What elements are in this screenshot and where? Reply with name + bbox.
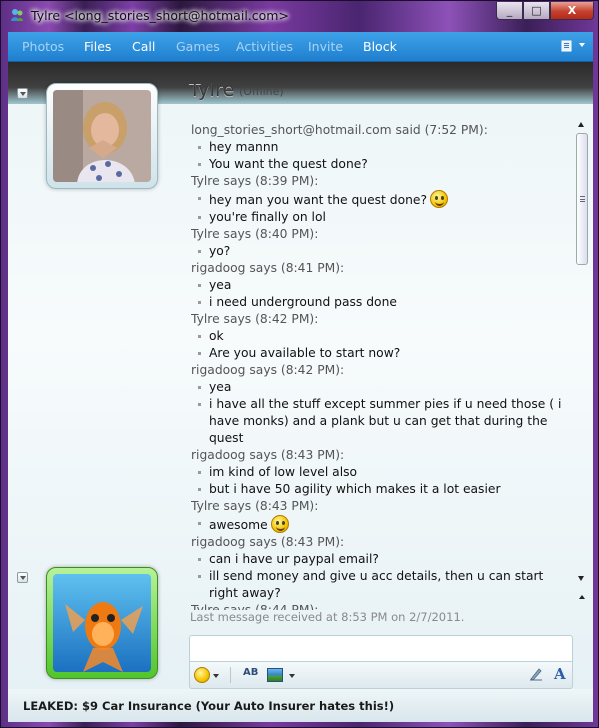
message-text: hey man you want the quest done? <box>209 193 427 207</box>
message-line: yea <box>191 277 571 294</box>
chevron-down-icon[interactable] <box>579 43 585 47</box>
message-line: ill send money and give u acc details, t… <box>191 568 571 602</box>
close-icon: X <box>567 4 577 17</box>
chat-window: Tylre <long_stories_short@hotmail.com> _… <box>0 0 599 728</box>
message-line: yo? <box>191 243 571 260</box>
menu-files[interactable]: Files <box>84 39 111 54</box>
contact-name: Tylre <box>189 79 235 101</box>
message-line: awesome <box>191 515 571 534</box>
message-text: Are you available to start now? <box>209 346 401 360</box>
messenger-icon <box>11 9 23 21</box>
collapse-top-icon[interactable] <box>17 88 28 99</box>
user-avatar[interactable] <box>46 567 158 679</box>
contact-photo <box>53 90 151 182</box>
window-title: Tylre <long_stories_short@hotmail.com> <box>31 8 289 23</box>
goldfish-photo <box>53 574 151 672</box>
message-header: Tylre says (8:39 PM): <box>191 174 319 188</box>
message-header: Tylre says (8:42 PM): <box>191 312 319 326</box>
message-history: long_stories_short@hotmail.com said (7:5… <box>191 122 571 610</box>
font-icon[interactable]: A <box>554 665 566 683</box>
message-header: Tylre says (8:40 PM): <box>191 227 319 241</box>
message-text: awesome <box>209 518 268 532</box>
menu-block[interactable]: Block <box>363 39 397 54</box>
handwriting-icon[interactable] <box>529 667 543 681</box>
message-header: rigadoog says (8:41 PM): <box>191 261 345 275</box>
message-text: ill send money and give u acc details, t… <box>209 569 544 600</box>
scroll-thumb[interactable] <box>576 133 588 265</box>
scroll-down-icon[interactable] <box>578 576 584 581</box>
smiley-icon <box>270 515 289 533</box>
message-text: you're finally on lol <box>209 210 326 224</box>
maximize-button[interactable]: □ <box>523 2 550 20</box>
spellcheck-icon[interactable]: AB <box>243 667 258 678</box>
smiley-icon <box>430 190 448 208</box>
message-line: yea <box>191 379 571 396</box>
menu-games[interactable]: Games <box>176 39 220 54</box>
message-text: yo? <box>209 244 231 258</box>
picture-icon[interactable] <box>267 668 283 682</box>
message-line: you're finally on lol <box>191 209 571 226</box>
message-line: can i have ur paypal email? <box>191 551 571 568</box>
message-header: rigadoog says (8:43 PM): <box>191 448 345 462</box>
options-menu-icon[interactable] <box>561 39 575 53</box>
conversation-scrollbar[interactable] <box>575 118 590 605</box>
menu-activities[interactable]: Activities <box>236 39 293 54</box>
menu-photos[interactable]: Photos <box>22 39 64 54</box>
message-line: hey mannn <box>191 139 571 156</box>
message-line: ok <box>191 328 571 345</box>
message-header: Tylre says (8:43 PM): <box>191 499 319 513</box>
emoticon-chevron-down-icon[interactable] <box>213 674 219 678</box>
picture-chevron-down-icon[interactable] <box>289 674 295 678</box>
toolbar-divider <box>230 667 231 683</box>
message-text: ok <box>209 329 224 343</box>
grip-icon <box>580 196 585 202</box>
message-text: i have all the stuff except summer pies … <box>209 397 562 445</box>
message-line: hey man you want the quest done? <box>191 190 571 209</box>
menu-call[interactable]: Call <box>132 39 155 54</box>
title-bar[interactable]: Tylre <long_stories_short@hotmail.com> _… <box>1 1 599 31</box>
close-button[interactable]: X <box>550 2 594 20</box>
message-line: Are you available to start now? <box>191 345 571 362</box>
message-line: i have all the stuff except summer pies … <box>191 396 571 447</box>
message-text: can i have ur paypal email? <box>209 552 379 566</box>
message-header: long_stories_short@hotmail.com said (7:5… <box>191 123 488 137</box>
message-header: rigadoog says (8:43 PM): <box>191 535 345 549</box>
action-menu-bar: Photos Files Call Games Activities Invit… <box>8 32 593 62</box>
message-header: rigadoog says (8:42 PM): <box>191 363 345 377</box>
message-text: but i have 50 agility which makes it a l… <box>209 482 501 496</box>
menu-invite[interactable]: Invite <box>308 39 343 54</box>
minimize-icon: _ <box>506 4 513 17</box>
message-text: hey mannn <box>209 140 279 154</box>
emoticon-icon[interactable] <box>194 667 210 683</box>
message-text: yea <box>209 380 232 394</box>
message-text: You want the quest done? <box>209 157 368 171</box>
message-text: im kind of low level also <box>209 465 358 479</box>
message-line: You want the quest done? <box>191 156 571 173</box>
message-text: yea <box>209 278 232 292</box>
window-controls: _ □ X <box>496 2 594 20</box>
message-line: but i have 50 agility which makes it a l… <box>191 481 571 498</box>
minimize-button[interactable]: _ <box>496 2 523 20</box>
contact-status: (Offline) <box>239 85 284 98</box>
message-line: i need underground pass done <box>191 294 571 311</box>
maximize-icon: □ <box>531 4 542 17</box>
input-scroll-up-icon[interactable] <box>577 595 587 601</box>
collapse-bottom-icon[interactable] <box>17 572 28 583</box>
message-text: i need underground pass done <box>209 295 397 309</box>
message-header: Tylre says (8:44 PM): <box>191 603 319 610</box>
contact-avatar[interactable] <box>46 83 158 189</box>
ad-link[interactable]: LEAKED: $9 Car Insurance (Your Auto Insu… <box>23 699 394 713</box>
scroll-up-icon[interactable] <box>578 122 584 127</box>
last-message-timestamp: Last message received at 8:53 PM on 2/7/… <box>190 610 465 624</box>
message-line: im kind of low level also <box>191 464 571 481</box>
